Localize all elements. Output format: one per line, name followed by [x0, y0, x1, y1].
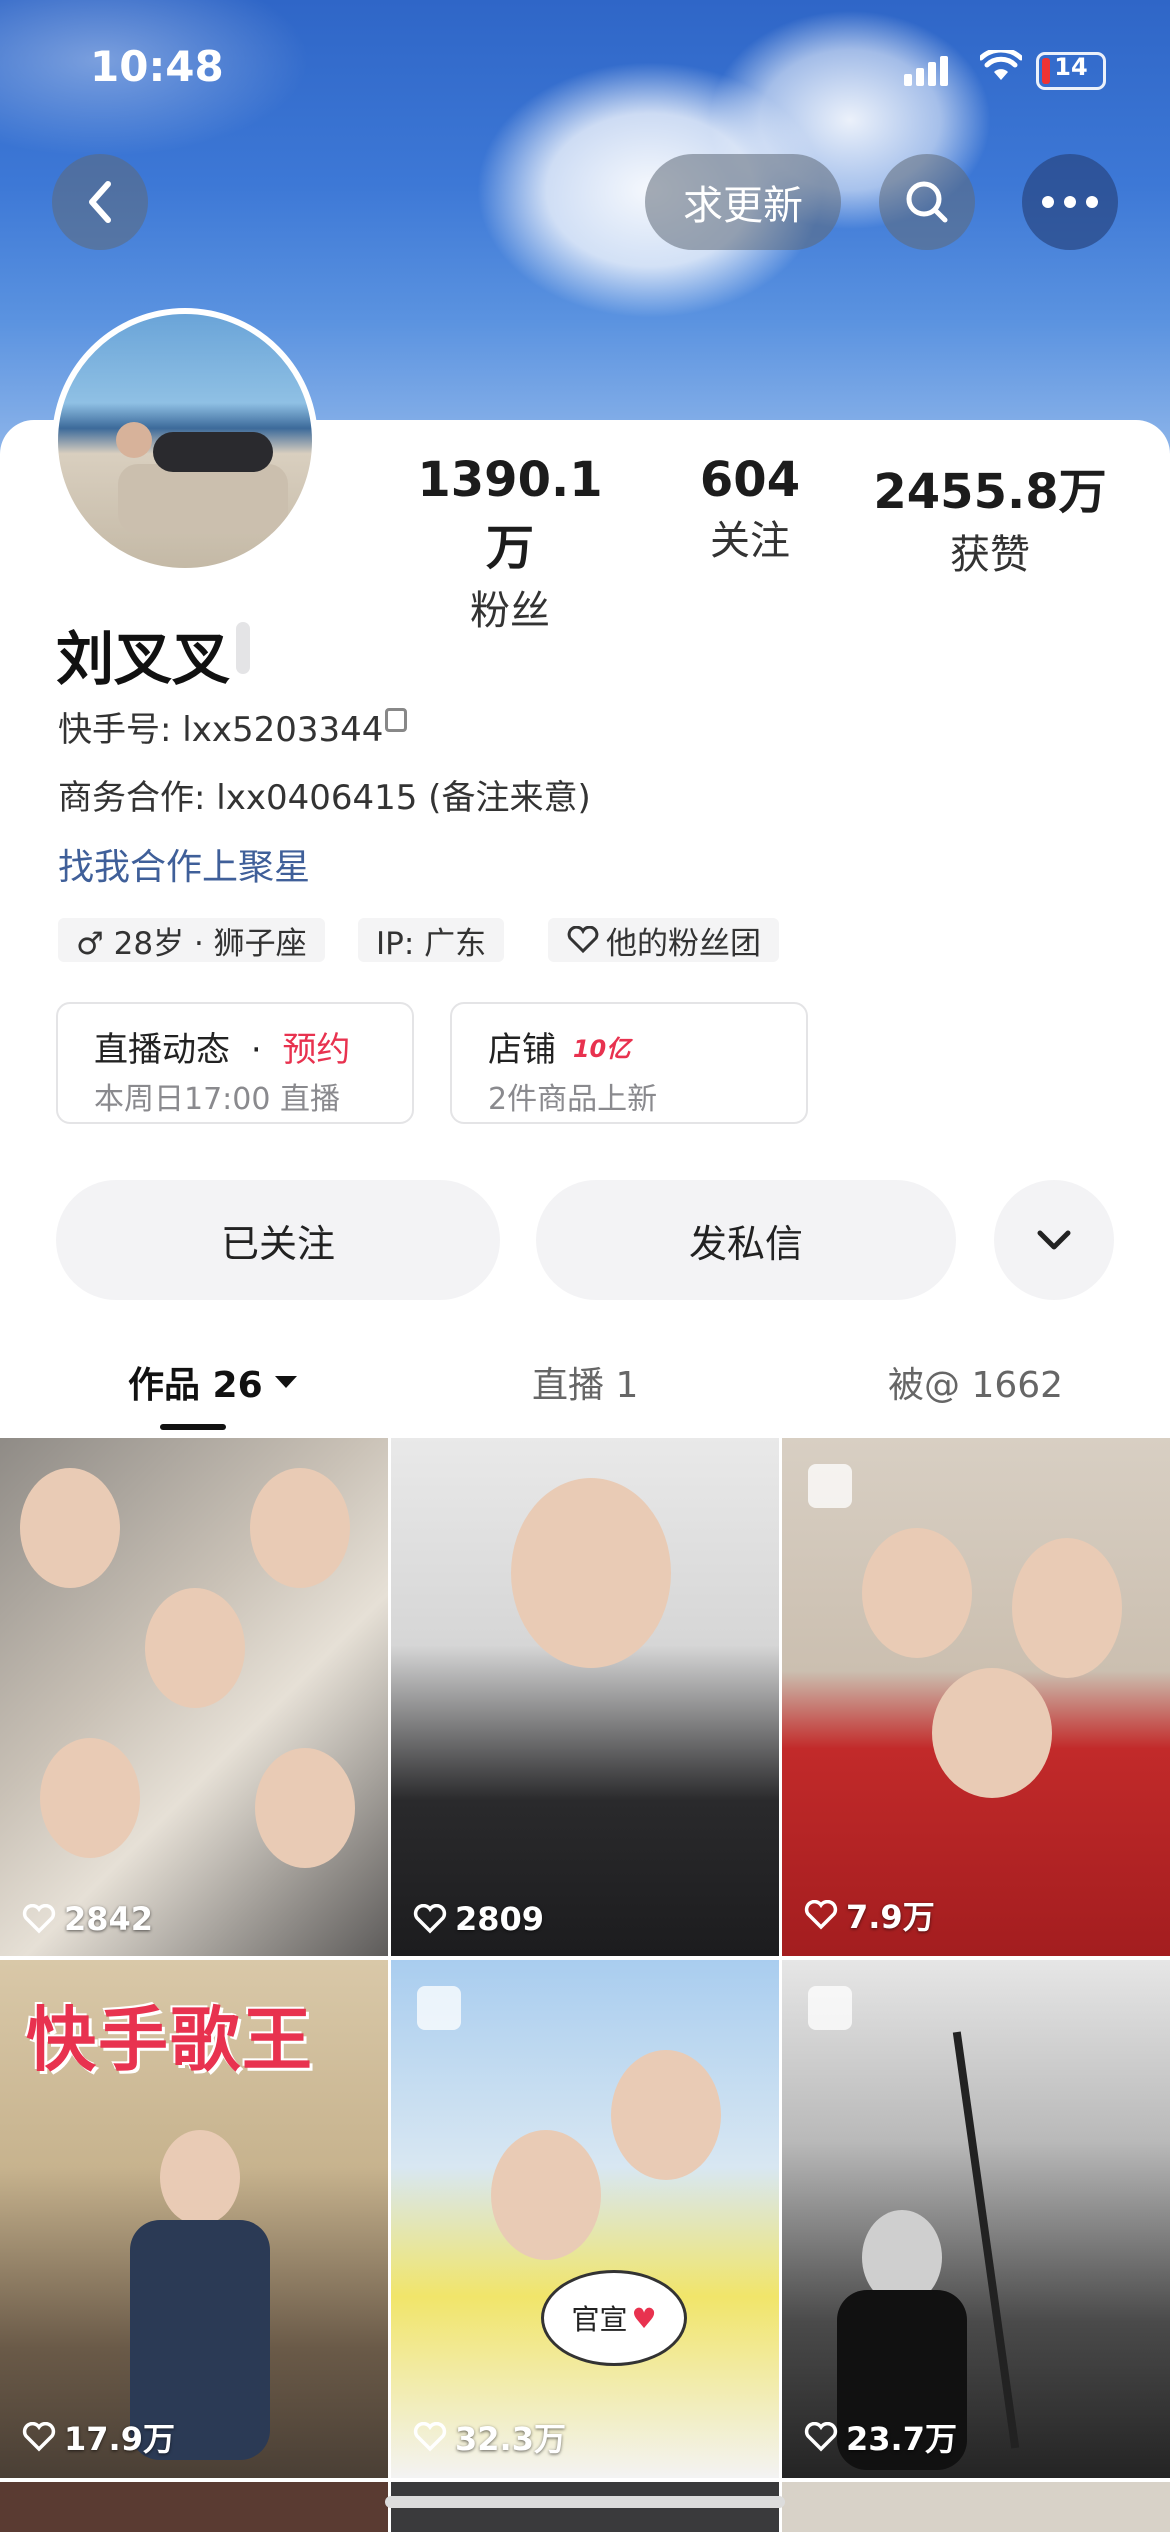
sticker-text: 官宣 [571, 2303, 628, 2336]
stat-value: 1390.1万 [417, 452, 603, 576]
stat-label: 粉丝 [470, 588, 550, 634]
photo-thumbnail[interactable]: 7.9万 [782, 1438, 1170, 1956]
wifi-icon [978, 47, 1024, 86]
battery-level: 14 [1054, 53, 1088, 81]
stat-label: 获赞 [950, 532, 1030, 578]
profile-name: 刘叉叉 [56, 625, 231, 693]
tab-live[interactable]: 直播 1 [532, 1356, 638, 1408]
image-icon [417, 1986, 461, 2030]
heart-icon [413, 1904, 447, 1934]
status-time: 10:48 [90, 42, 224, 91]
tab-works-label: 作品 26 [128, 1365, 263, 1406]
stat-likes[interactable]: 2455.8万 获赞 [870, 452, 1110, 580]
expand-button[interactable] [994, 1180, 1114, 1300]
copy-icon[interactable] [385, 708, 407, 732]
stat-label: 关注 [710, 518, 790, 564]
more-icon [1042, 196, 1098, 208]
tag-age-zodiac: ♂ 28岁 · 狮子座 [58, 918, 325, 962]
heart-icon [22, 2422, 56, 2452]
like-count-value: 7.9万 [846, 1898, 935, 1936]
tag-ip-location: IP: 广东 [358, 918, 505, 962]
heart-icon [413, 2422, 447, 2452]
kuaishou-id: 快手号: lxx5203344 [58, 710, 384, 750]
request-update-button[interactable]: 求更新 [645, 154, 841, 250]
search-button[interactable] [879, 154, 975, 250]
more-button[interactable] [1022, 154, 1118, 250]
chevron-left-icon [89, 181, 111, 223]
like-count: 2809 [413, 1900, 544, 1938]
stat-value: 604 [699, 452, 801, 508]
avatar[interactable] [52, 308, 318, 574]
shop-title: 店铺 [488, 1030, 556, 1070]
stat-value: 2455.8万 [873, 464, 1107, 520]
heart-icon [804, 1900, 838, 1930]
image-icon [808, 1986, 852, 2030]
like-count: 2842 [22, 1900, 153, 1938]
signal-icon [904, 52, 952, 86]
like-count: 32.3万 [413, 2414, 566, 2460]
announcement-sticker: 官宣 ♥ [541, 2270, 687, 2366]
back-button[interactable] [52, 154, 148, 250]
like-count: 7.9万 [804, 1892, 935, 1938]
like-count-value: 32.3万 [455, 2420, 566, 2458]
video-thumbnail[interactable]: 2842 [0, 1438, 388, 1956]
video-thumbnail[interactable] [782, 2482, 1170, 2532]
verified-badge-icon [236, 622, 250, 674]
like-count-value: 23.7万 [846, 2420, 957, 2458]
fan-group-label: 他的粉丝团 [606, 925, 761, 962]
tab-mentions[interactable]: 被@ 1662 [888, 1356, 1063, 1408]
shop-subtitle: 2件商品上新 [488, 1082, 658, 1117]
like-count-value: 17.9万 [64, 2420, 175, 2458]
tag-fan-group[interactable]: 他的粉丝团 [548, 918, 779, 962]
heart-icon [22, 1904, 56, 1934]
heart-icon [567, 926, 599, 954]
chevron-down-icon [1037, 1230, 1071, 1250]
business-contact: 商务合作: lxx0406415 (备注来意) [58, 778, 591, 818]
like-count-value: 2809 [455, 1900, 545, 1938]
photo-thumbnail[interactable]: 官宣 ♥ 32.3万 [391, 1960, 779, 2478]
stat-following[interactable]: 604 关注 [660, 452, 840, 566]
tab-works[interactable]: 作品 26 [128, 1356, 299, 1408]
live-subtitle: 本周日17:00 直播 [94, 1082, 340, 1117]
active-tab-indicator [160, 1424, 226, 1430]
cooperation-link[interactable]: 找我合作上聚星 [58, 838, 310, 890]
stat-fans[interactable]: 1390.1万 粉丝 [400, 452, 620, 636]
like-count-value: 2842 [64, 1900, 154, 1938]
thumbnail-title: 快手歌王 [26, 1999, 314, 2081]
message-button[interactable]: 发私信 [536, 1180, 956, 1300]
like-count: 17.9万 [22, 2414, 175, 2460]
live-separator: · [250, 1030, 262, 1070]
video-thumbnail[interactable] [0, 2482, 388, 2532]
followed-button[interactable]: 已关注 [56, 1180, 500, 1300]
like-count: 23.7万 [804, 2414, 957, 2460]
image-icon [808, 1464, 852, 1508]
live-schedule-card[interactable]: 直播动态 · 预约 本周日17:00 直播 [56, 1002, 414, 1124]
shop-card[interactable]: 店铺 10亿 2件商品上新 [450, 1002, 808, 1124]
search-icon [906, 181, 948, 223]
video-thumbnail[interactable]: 2809 [391, 1438, 779, 1956]
video-thumbnail[interactable]: 快手歌王 17.9万 [0, 1960, 388, 2478]
caret-down-icon [274, 1376, 297, 1388]
heart-icon [804, 2422, 838, 2452]
home-indicator [385, 2496, 785, 2508]
shop-badge: 10亿 [572, 1035, 631, 1063]
live-title: 直播动态 [94, 1030, 230, 1070]
photo-thumbnail[interactable]: 23.7万 [782, 1960, 1170, 2478]
battery-icon: 14 [1036, 52, 1106, 90]
live-reserve: 预约 [282, 1030, 351, 1070]
